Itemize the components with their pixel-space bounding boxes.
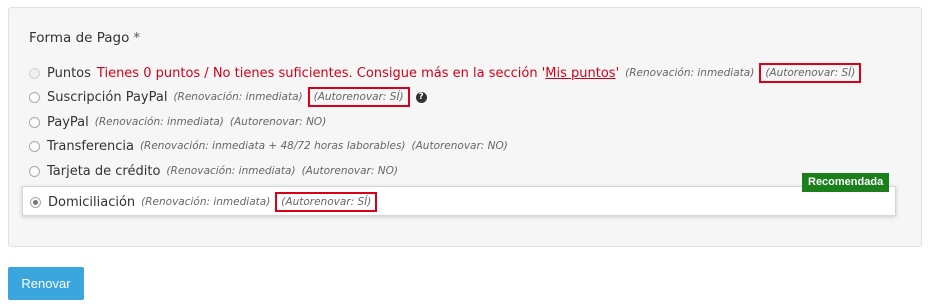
option-transferencia-renewal: (Renovación: inmediata + 48/72 horas lab… [139,140,406,152]
option-domiciliacion[interactable]: Domiciliación (Renovación: inmediata) (A… [22,186,896,216]
radio-transferencia[interactable] [29,140,40,152]
option-tarjeta-credito[interactable]: Tarjeta de crédito (Renovación: inmediat… [29,161,398,181]
insufficient-points-warning: Tienes 0 puntos / No tienes suficientes.… [97,66,619,81]
option-puntos-autorenew: (Autorenovar: SÍ) [759,63,862,83]
option-tarjeta-credito-renewal: (Renovación: inmediata) [166,165,296,177]
payment-method-title: Forma de Pago * [29,30,140,46]
option-transferencia-autorenew: (Autorenovar: NO) [411,140,508,152]
renew-button[interactable]: Renovar [8,267,84,300]
option-paypal-renewal: (Renovación: inmediata) [94,116,224,128]
option-puntos-label: Puntos [47,65,91,81]
warning-end: ' [615,65,620,81]
radio-domiciliacion[interactable] [30,196,41,208]
radio-puntos [29,67,40,79]
option-paypal-subscription-renewal: (Renovación: inmediata) [173,91,303,103]
option-transferencia[interactable]: Transferencia (Renovación: inmediata + 4… [29,136,508,156]
option-puntos-renewal: (Renovación: inmediata) [625,67,755,79]
option-paypal-label: PayPal [47,114,89,130]
option-tarjeta-credito-autorenew: (Autorenovar: NO) [301,165,398,177]
option-transferencia-label: Transferencia [47,138,134,154]
option-paypal[interactable]: PayPal (Renovación: inmediata) (Autoreno… [29,112,326,132]
option-paypal-subscription-label: Suscripción PayPal [47,89,168,105]
recommended-badge: Recomendada [802,173,890,192]
mis-puntos-link[interactable]: Mis puntos [545,66,615,81]
option-paypal-subscription-autorenew: (Autorenovar: SÍ) [307,87,410,107]
radio-paypal[interactable] [29,116,40,128]
option-puntos: Puntos Tienes 0 puntos / No tienes sufic… [29,63,862,83]
option-domiciliacion-renewal: (Renovación: inmediata) [141,196,271,208]
question-circle-icon[interactable]: ? [415,91,427,103]
option-domiciliacion-autorenew: (Autorenovar: SÍ) [275,192,378,212]
payment-method-title-text: Forma de Pago [29,30,130,46]
warning-text: Tienes 0 puntos / No tienes suficientes.… [96,65,546,81]
option-tarjeta-credito-label: Tarjeta de crédito [47,163,161,179]
required-mark: * [133,30,141,46]
option-domiciliacion-label: Domiciliación [48,194,136,210]
option-paypal-subscription[interactable]: Suscripción PayPal (Renovación: inmediat… [29,87,427,107]
radio-paypal-subscription[interactable] [29,91,40,103]
option-paypal-autorenew: (Autorenovar: NO) [229,116,327,128]
radio-tarjeta-credito[interactable] [29,165,40,177]
